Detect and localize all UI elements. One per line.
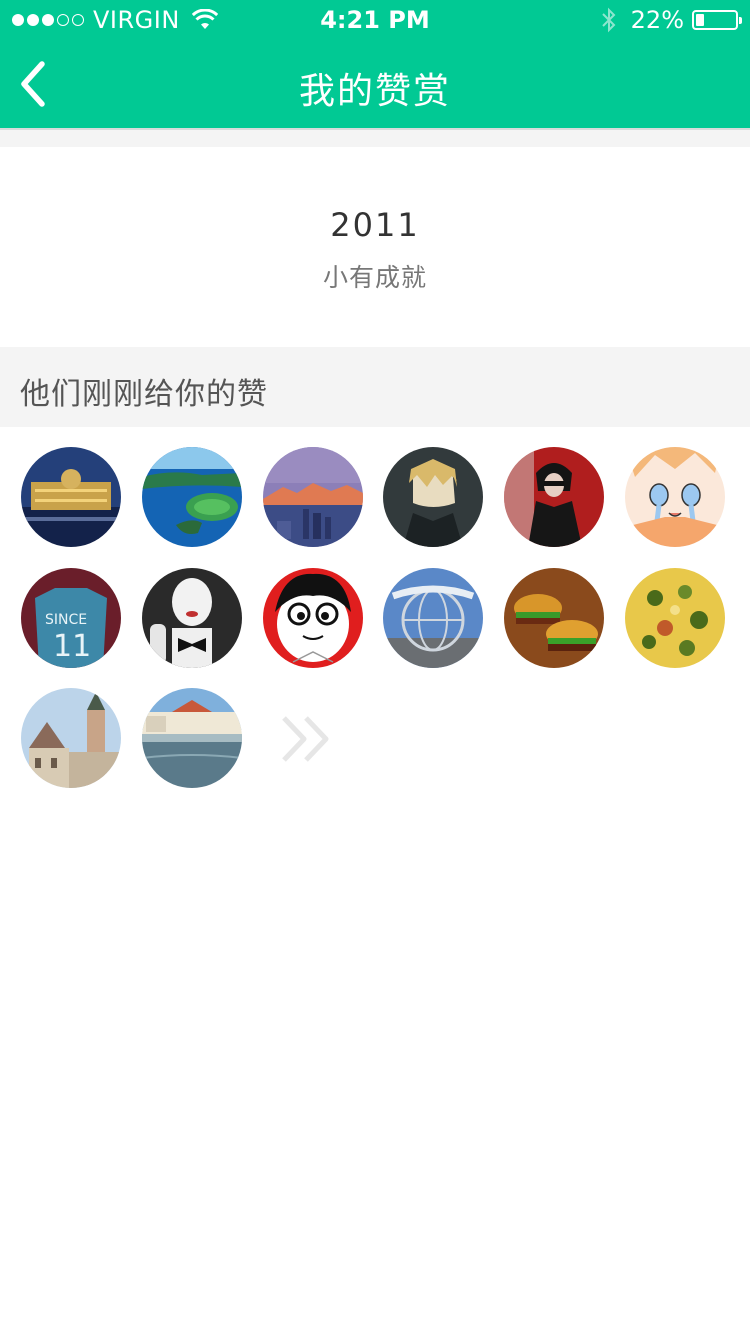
- nav-bar: 我的赞赏: [0, 40, 750, 128]
- svg-text:SINCE: SINCE: [45, 612, 87, 628]
- avatar-town-hall[interactable]: [21, 688, 121, 788]
- avatar-burgers[interactable]: [504, 568, 604, 668]
- status-bar: VIRGIN 4:21 PM 22%: [0, 0, 750, 40]
- double-chevron-right-icon[interactable]: [280, 714, 336, 764]
- avatar-pizza[interactable]: [625, 568, 725, 668]
- avatar-jersey-shirt[interactable]: SINCE 11: [21, 568, 121, 668]
- likes-section-title: 他们刚刚给你的赞: [20, 377, 268, 412]
- avatar-mime-bowtie[interactable]: [142, 568, 242, 668]
- avatar-palace-night[interactable]: [21, 447, 121, 547]
- battery-tip: [739, 17, 742, 24]
- avatar-cartoon-crying[interactable]: [625, 447, 725, 547]
- avatar-city-sunset[interactable]: [263, 447, 363, 547]
- avatar-palace-lake[interactable]: [142, 688, 242, 788]
- svg-text:11: 11: [53, 629, 91, 664]
- battery-fill: [696, 14, 704, 26]
- battery-icon: [692, 10, 742, 30]
- bluetooth-icon: [601, 7, 616, 33]
- likes-section-header: 他们刚刚给你的赞: [0, 347, 750, 427]
- summary-year: 2011: [330, 206, 420, 244]
- status-right: 22%: [601, 6, 742, 34]
- avatar-cartoon-face-red[interactable]: [263, 568, 363, 668]
- header-divider: [0, 128, 750, 147]
- page-title: 我的赞赏: [298, 71, 451, 112]
- summary-rank: 小有成就: [322, 263, 427, 292]
- avatar-woman-black-coat[interactable]: [504, 447, 604, 547]
- avatar-island-aerial[interactable]: [142, 447, 242, 547]
- avatar-universal-globe[interactable]: [383, 568, 483, 668]
- avatar-anime-blond[interactable]: [383, 447, 483, 547]
- battery-percent: 22%: [630, 6, 684, 34]
